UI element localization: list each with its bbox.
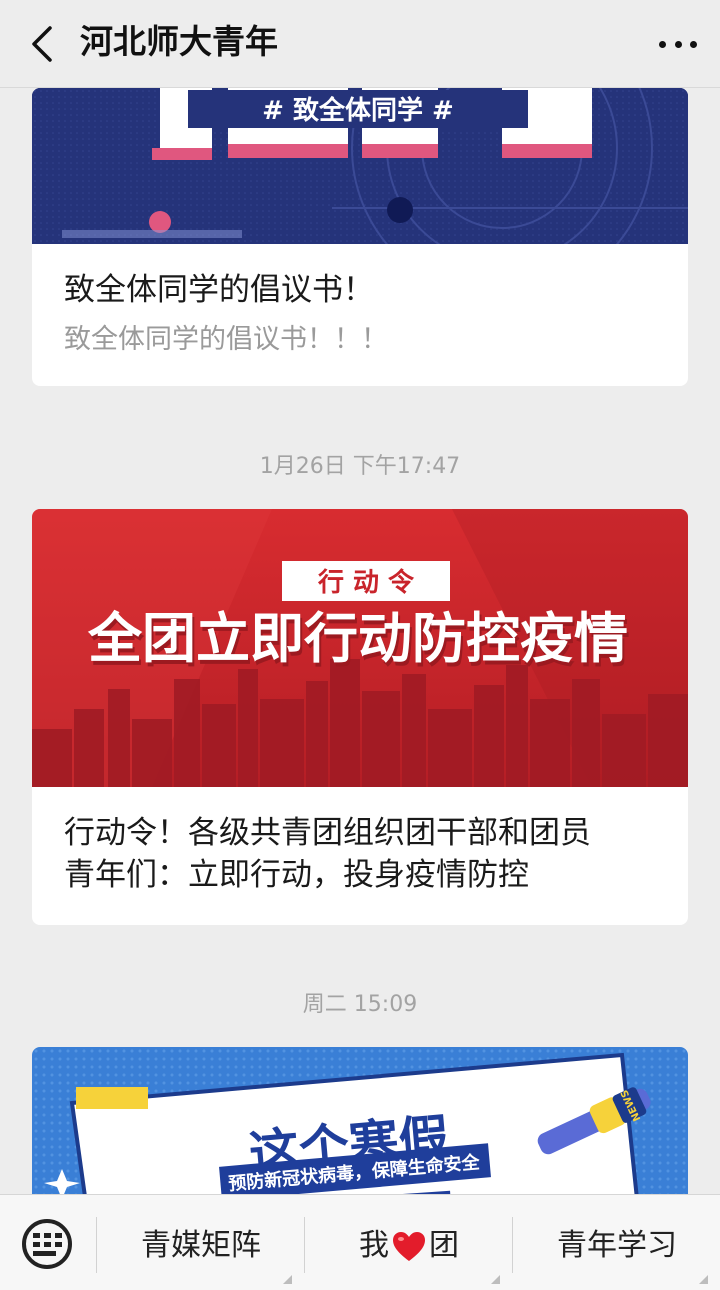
article-cover-image: 这个寒假 预防新冠状病毒，保障生命安全 NEWS	[32, 1047, 688, 1194]
article-title-line-2: 青年们：立即行动，投身疫情防控	[64, 857, 529, 893]
menu-item-media-matrix[interactable]: 青媒矩阵	[98, 1223, 304, 1269]
page-title: 河北师大青年	[80, 22, 278, 61]
article-description: 致全体同学的倡议书！！！	[64, 324, 388, 355]
divider	[512, 1217, 513, 1273]
menu-item-label-part: 团	[429, 1228, 459, 1263]
article-title: 致全体同学的倡议书！	[64, 272, 374, 308]
article-card[interactable]: 这个寒假 预防新冠状病毒，保障生命安全 NEWS	[32, 1047, 688, 1194]
cover-badge: 行 动 令	[317, 567, 415, 598]
divider	[304, 1217, 305, 1273]
top-bar: 河北师大青年	[0, 0, 720, 88]
submenu-indicator	[699, 1275, 708, 1284]
article-cover-image: 行 动 令 全团立即行动防控疫情 全团立即行动防控疫情	[32, 509, 688, 787]
cover-text: # 致全体同学 #	[262, 95, 454, 126]
timestamp: 1月26日 下午17:47	[259, 454, 461, 479]
more-dots-icon[interactable]	[654, 26, 702, 62]
heart-icon	[393, 1231, 425, 1261]
menu-item-youth-study[interactable]: 青年学习	[514, 1223, 720, 1269]
submenu-indicator	[283, 1275, 292, 1284]
article-card[interactable]: # 致全体同学 # 致全体同学的倡议书！ 致全体同学的倡议书！！！	[32, 88, 688, 386]
keyboard-icon[interactable]	[22, 1219, 72, 1269]
submenu-indicator	[491, 1275, 500, 1284]
article-title-line-1: 行动令！各级共青团组织团干部和团员	[64, 815, 591, 851]
article-card[interactable]: 行 动 令 全团立即行动防控疫情 全团立即行动防控疫情 行动令！各级共青团组织团…	[32, 509, 688, 925]
menu-item-i-love-league[interactable]: 我团	[306, 1223, 512, 1269]
message-feed[interactable]: # 致全体同学 # 致全体同学的倡议书！ 致全体同学的倡议书！！！ 1月26日 …	[0, 88, 720, 1194]
article-cover-image: # 致全体同学 #	[32, 88, 688, 244]
menu-item-label-part: 我	[359, 1228, 389, 1263]
bottom-menu: 青媒矩阵 我团 青年学习	[0, 1194, 720, 1290]
cover-headline: 全团立即行动防控疫情	[87, 607, 628, 670]
back-arrow-icon[interactable]	[24, 24, 64, 64]
timestamp: 周二 15:09	[302, 992, 418, 1017]
divider	[96, 1217, 97, 1273]
